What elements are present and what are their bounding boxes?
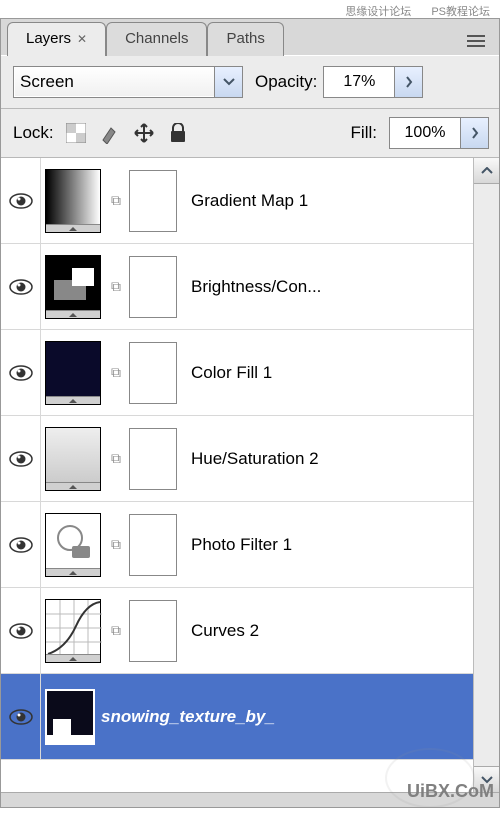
lock-pixels-icon[interactable] (98, 121, 122, 145)
layers-list: ⧉ Gradient Map 1 ⧉ Brightness/Con... ⧉ C… (1, 158, 473, 792)
visibility-toggle[interactable] (1, 416, 41, 501)
lock-fill-row: Lock: Fill: 100% (1, 109, 499, 158)
lock-all-icon[interactable] (166, 121, 190, 145)
mask-thumbnail[interactable] (129, 342, 177, 404)
layer-row[interactable]: ⧉ Color Fill 1 (1, 330, 473, 416)
visibility-toggle[interactable] (1, 502, 41, 587)
lock-transparent-icon[interactable] (64, 121, 88, 145)
link-icon[interactable]: ⧉ (107, 278, 125, 295)
lock-label: Lock: (13, 123, 54, 143)
layer-name[interactable]: snowing_texture_by_ (101, 707, 275, 727)
link-icon[interactable]: ⧉ (107, 536, 125, 553)
watermark-top-right: PS教程论坛 (431, 3, 490, 19)
watermark-top-left: 思缘设计论坛 (345, 3, 411, 19)
mask-thumbnail[interactable] (129, 600, 177, 662)
fill-label: Fill: (351, 123, 377, 143)
mask-thumbnail[interactable] (129, 170, 177, 232)
layer-thumbnail[interactable] (45, 255, 101, 319)
layer-row[interactable]: ⧉ Curves 2 (1, 588, 473, 674)
layer-name[interactable]: Gradient Map 1 (191, 191, 308, 211)
blend-mode-select[interactable]: Screen (13, 66, 243, 98)
mask-thumbnail[interactable] (129, 514, 177, 576)
scroll-up-button[interactable] (474, 158, 499, 184)
tab-channels[interactable]: Channels (106, 22, 207, 56)
tab-paths[interactable]: Paths (207, 22, 283, 56)
layer-name[interactable]: Photo Filter 1 (191, 535, 292, 555)
opacity-flyout-button[interactable] (395, 66, 423, 98)
layers-panel: Layers✕ Channels Paths Screen Opacity: 1… (0, 18, 500, 808)
opacity-label: Opacity: (255, 72, 317, 92)
tab-layers[interactable]: Layers✕ (7, 22, 106, 56)
link-icon[interactable]: ⧉ (107, 364, 125, 381)
link-icon[interactable]: ⧉ (107, 192, 125, 209)
layer-thumbnail[interactable] (45, 689, 95, 745)
layer-name[interactable]: Curves 2 (191, 621, 259, 641)
layer-thumbnail[interactable] (45, 599, 101, 663)
visibility-toggle[interactable] (1, 158, 41, 243)
layer-name[interactable]: Brightness/Con... (191, 277, 321, 297)
link-icon[interactable]: ⧉ (107, 622, 125, 639)
mask-thumbnail[interactable] (129, 256, 177, 318)
scrollbar[interactable] (473, 158, 499, 792)
layer-thumbnail[interactable] (45, 341, 101, 405)
layer-name[interactable]: Color Fill 1 (191, 363, 272, 383)
visibility-toggle[interactable] (1, 330, 41, 415)
fill-flyout-button[interactable] (461, 117, 489, 149)
opacity-input[interactable]: 17% (323, 66, 395, 98)
dropdown-arrow-icon (214, 67, 242, 97)
lock-position-icon[interactable] (132, 121, 156, 145)
visibility-toggle[interactable] (1, 588, 41, 673)
link-icon[interactable]: ⧉ (107, 450, 125, 467)
layer-thumbnail[interactable] (45, 427, 101, 491)
mask-thumbnail[interactable] (129, 428, 177, 490)
layer-row[interactable]: snowing_texture_by_ (1, 674, 473, 760)
layer-thumbnail[interactable] (45, 169, 101, 233)
layer-row[interactable]: ⧉ Photo Filter 1 (1, 502, 473, 588)
panel-tabs: Layers✕ Channels Paths (1, 19, 499, 55)
layer-row[interactable]: ⧉ Brightness/Con... (1, 244, 473, 330)
visibility-toggle[interactable] (1, 674, 41, 759)
layer-row[interactable]: ⧉ Hue/Saturation 2 (1, 416, 473, 502)
fill-input[interactable]: 100% (389, 117, 461, 149)
layer-name[interactable]: Hue/Saturation 2 (191, 449, 319, 469)
layer-thumbnail[interactable] (45, 513, 101, 577)
layer-row[interactable]: ⧉ Gradient Map 1 (1, 158, 473, 244)
visibility-toggle[interactable] (1, 244, 41, 329)
panel-menu-icon[interactable] (463, 30, 489, 55)
watermark-bottom: UiBX.CoM (407, 781, 494, 802)
blend-opacity-row: Screen Opacity: 17% (1, 55, 499, 109)
close-icon[interactable]: ✕ (77, 32, 87, 46)
